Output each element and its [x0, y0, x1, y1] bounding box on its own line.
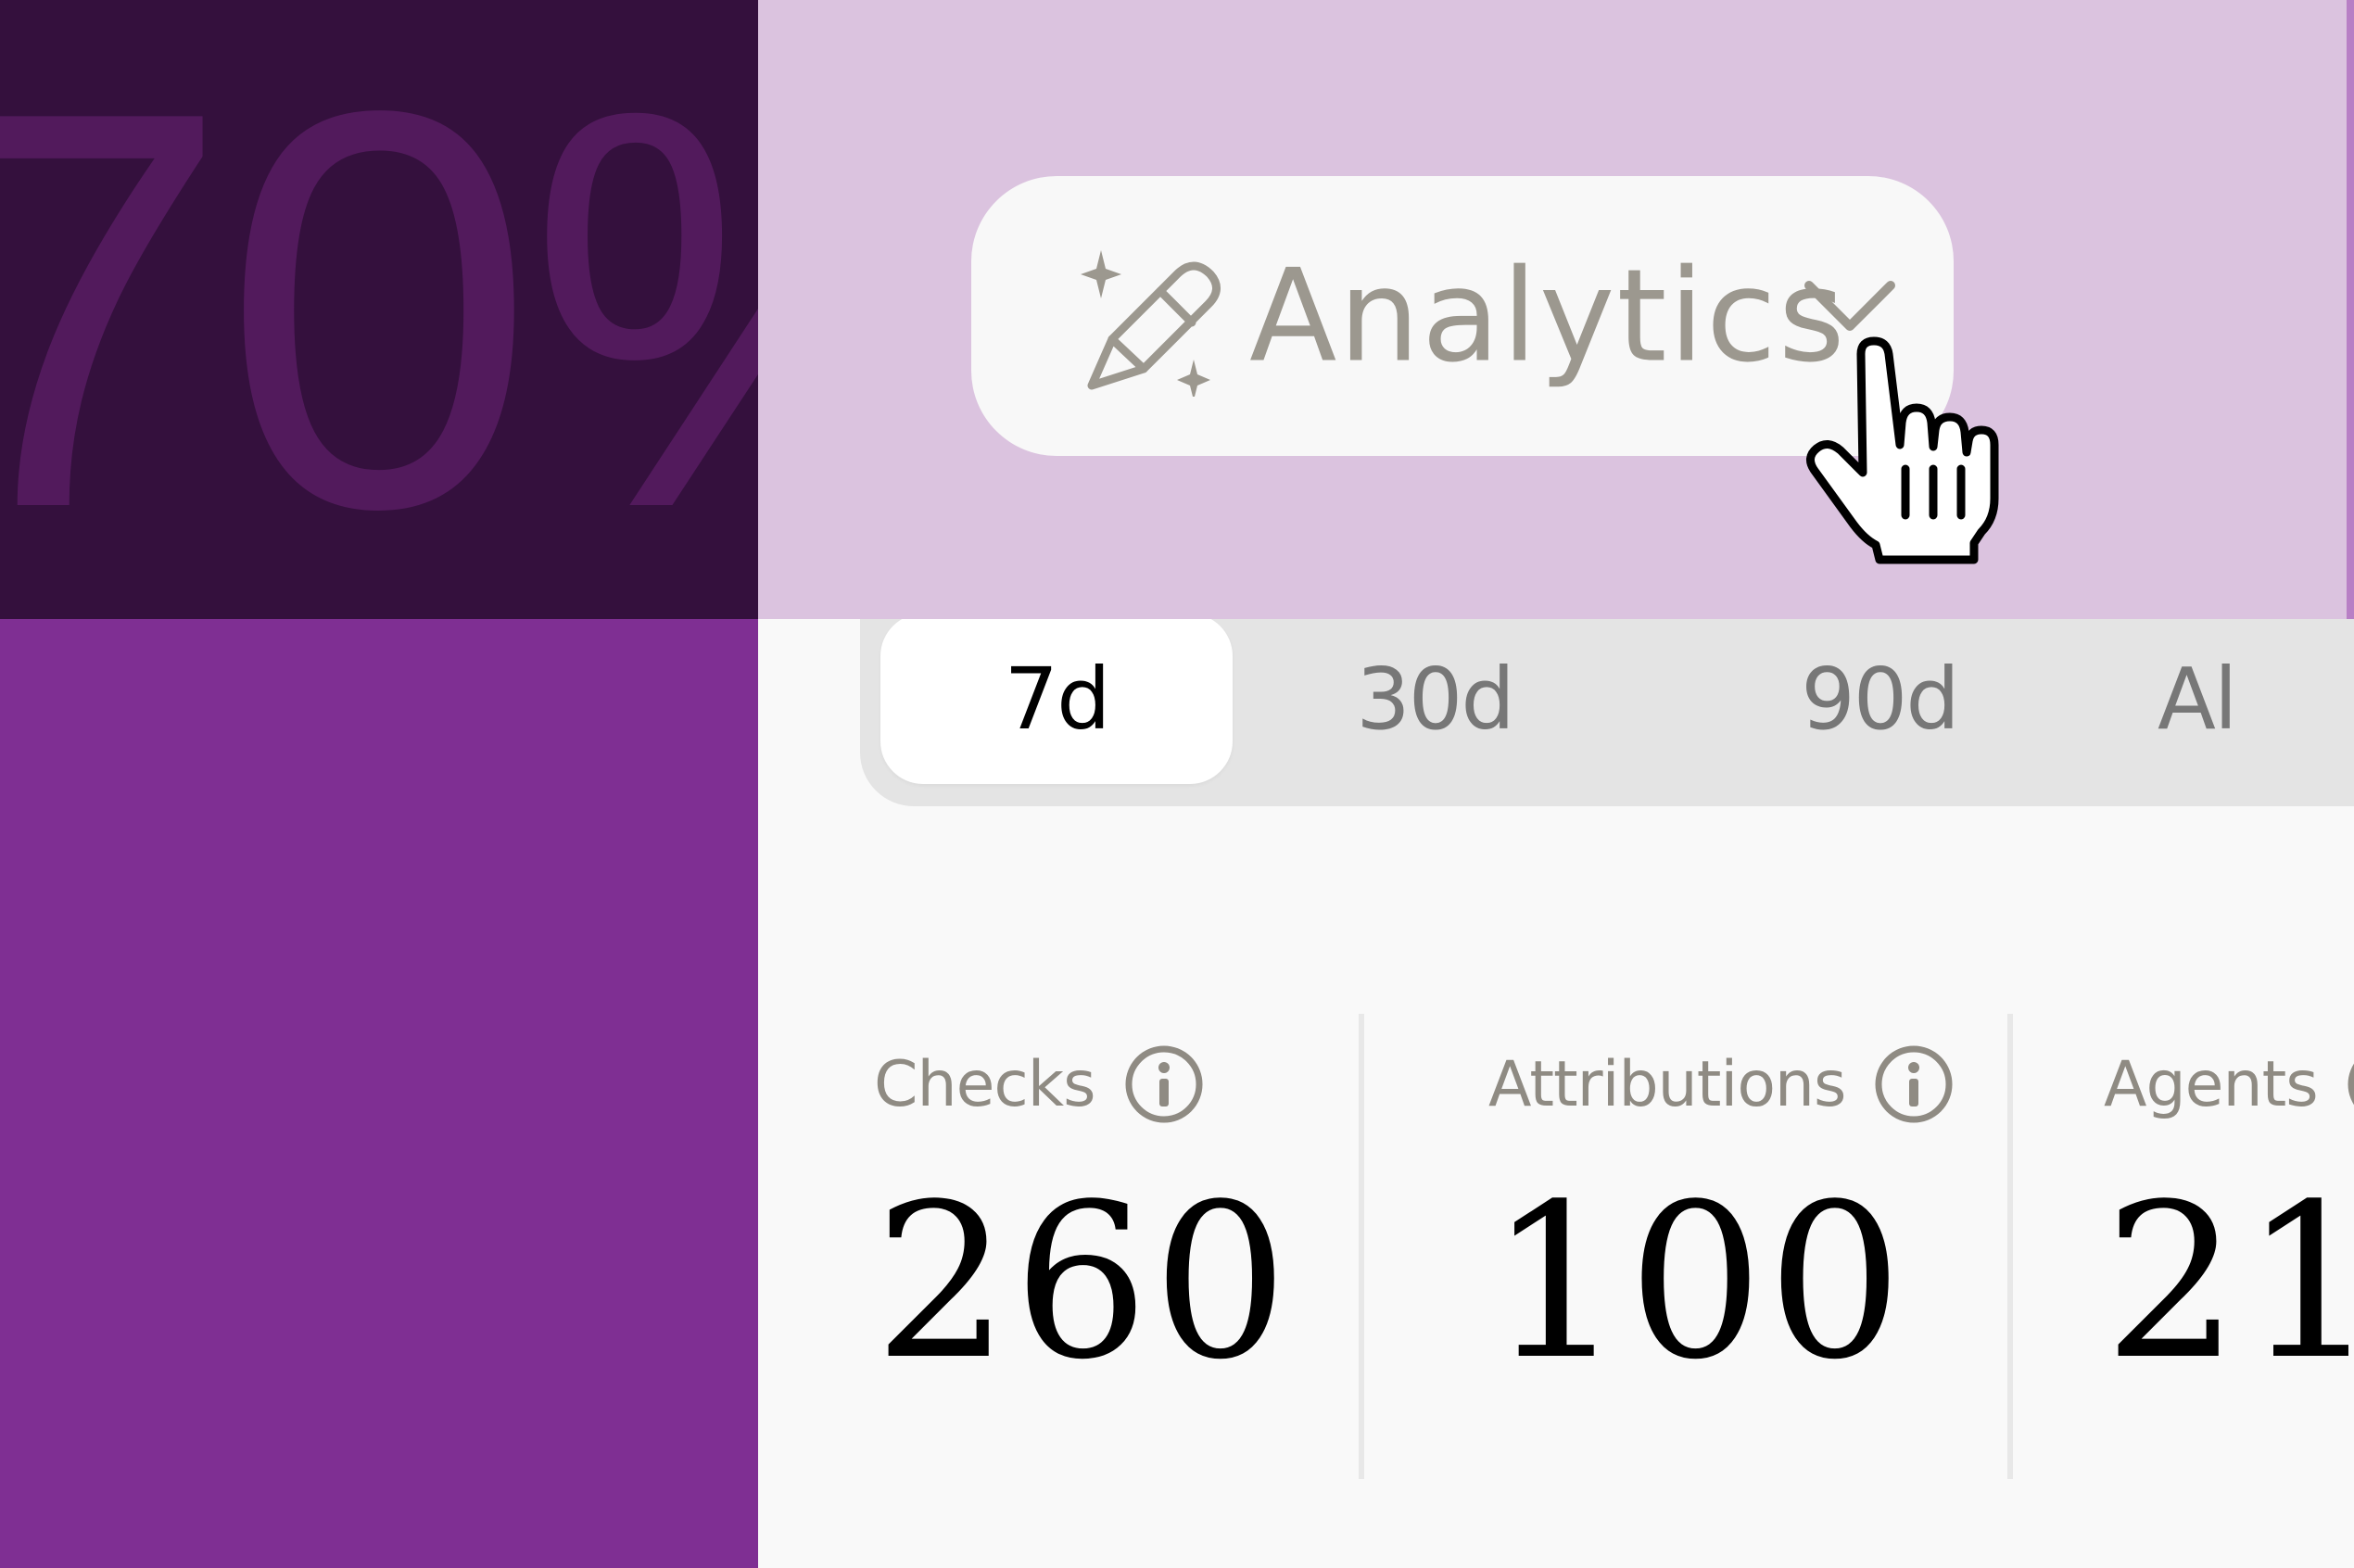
stat-value: 21 — [2104, 1159, 2354, 1407]
info-icon[interactable] — [1873, 1043, 1955, 1125]
info-icon[interactable] — [1123, 1043, 1205, 1125]
stat-agents: Agents 21 — [2104, 1038, 2354, 1483]
stat-label: Attributions — [1488, 1047, 1846, 1121]
hero-purple-panel — [0, 619, 758, 1568]
stat-value: 100 — [1488, 1159, 1906, 1407]
stat-value: 260 — [874, 1159, 1292, 1407]
stat-divider — [2007, 1014, 2013, 1479]
stat-attributions: Attributions 100 — [1488, 1038, 1955, 1483]
hero-percent-text: 70% — [0, 0, 758, 619]
tab-30d[interactable]: 30d — [1268, 613, 1601, 784]
tab-7d[interactable]: 7d — [880, 613, 1233, 784]
stat-label: Checks — [874, 1047, 1096, 1121]
stat-divider — [1359, 1014, 1364, 1479]
hero-panel: 70% — [0, 0, 758, 619]
analytics-panel: 7d 30d 90d Al Analytics Checks 260 Attri… — [758, 0, 2354, 1568]
stat-checks: Checks 260 — [874, 1038, 1292, 1483]
chevron-down-icon — [1804, 281, 1895, 331]
tab-all[interactable]: Al — [2158, 613, 2354, 784]
highlight-band-edge — [2347, 0, 2354, 619]
sparkle-pen-icon — [1081, 250, 1221, 397]
highlight-band: Analytics — [758, 0, 2347, 619]
stat-label: Agents — [2104, 1047, 2319, 1121]
tab-90d[interactable]: 90d — [1713, 613, 2046, 784]
screenshot-stage: 70% 7d 30d 90d Al — [0, 0, 2354, 1568]
info-icon[interactable] — [2346, 1043, 2354, 1125]
dropdown-label: Analytics — [1249, 241, 1847, 391]
hand-cursor-icon — [1806, 336, 1999, 564]
